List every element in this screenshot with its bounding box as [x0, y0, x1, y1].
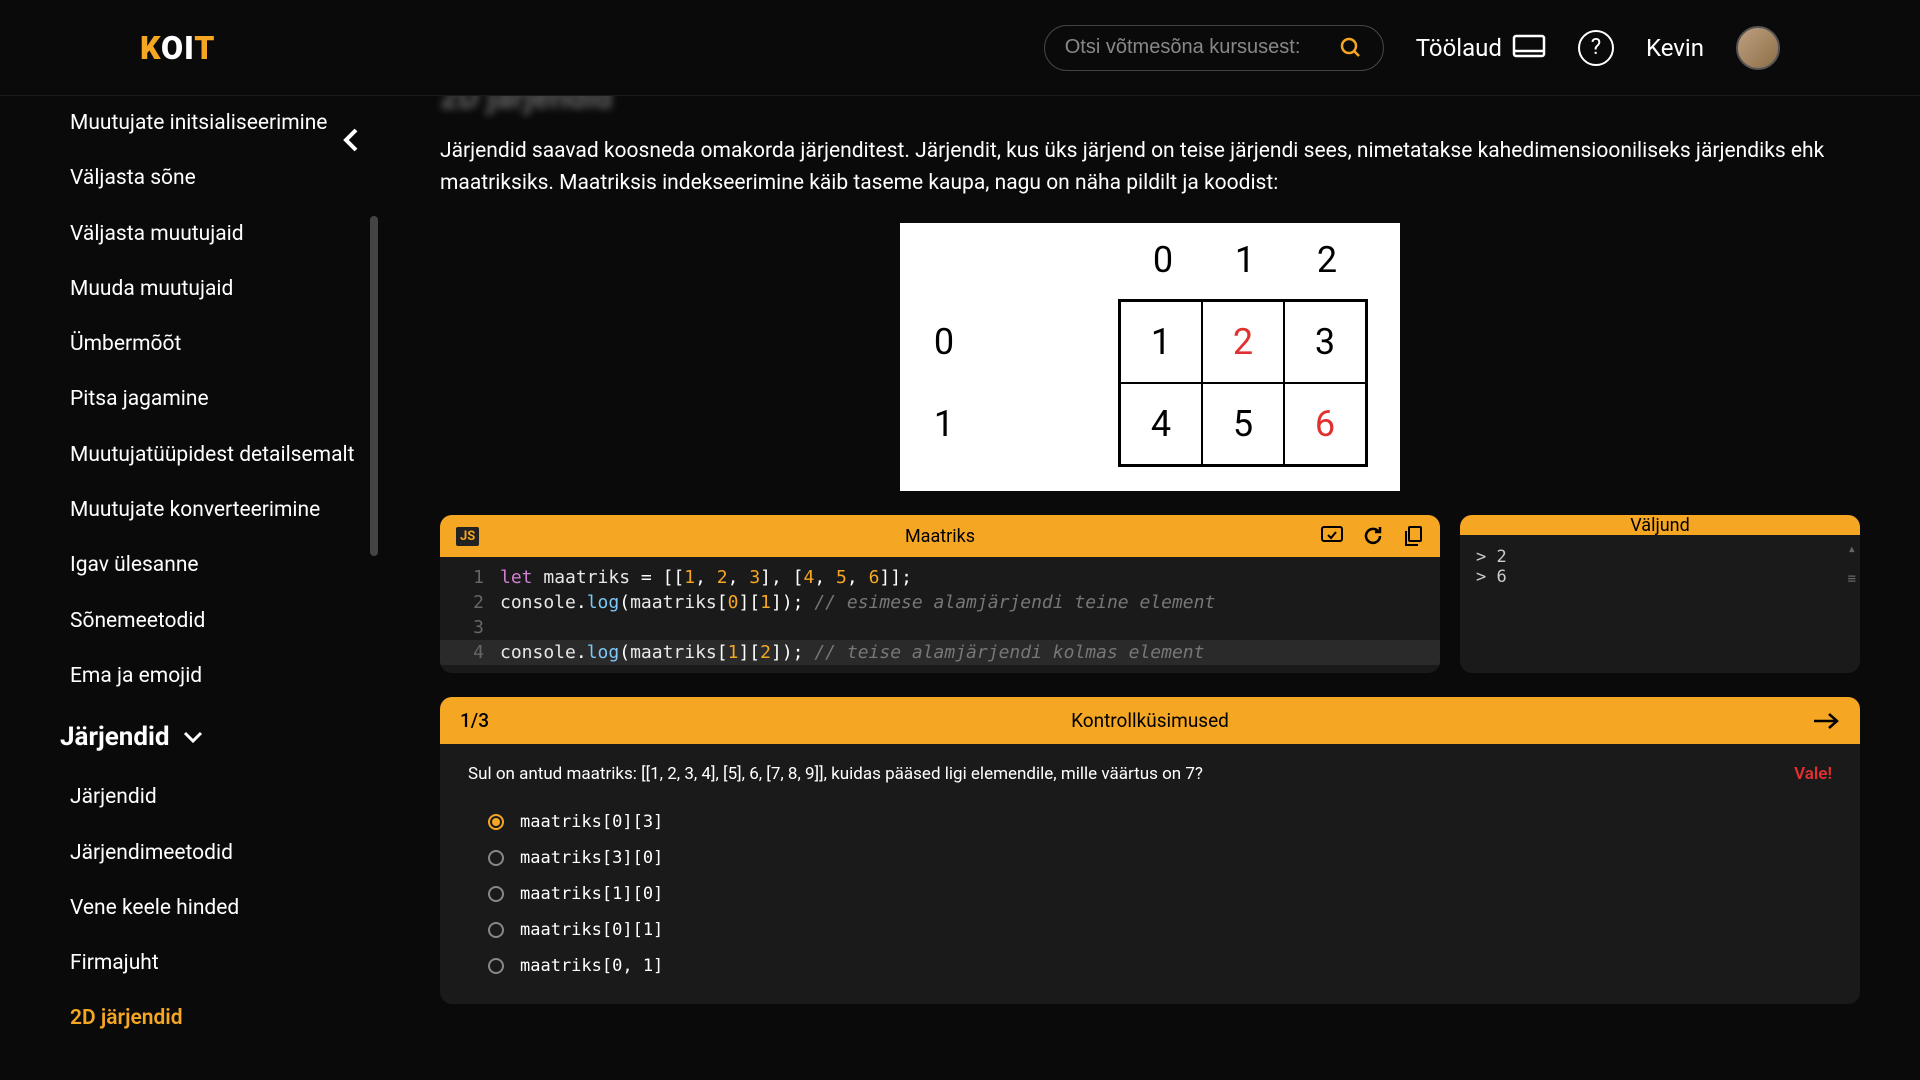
search-box[interactable]	[1044, 25, 1384, 71]
radio-button[interactable]	[488, 850, 504, 866]
quiz-option[interactable]: maatriks[0][1]	[468, 912, 1832, 948]
output-line: > 6	[1476, 567, 1844, 587]
quiz-header: 1/3 Kontrollküsimused	[440, 697, 1860, 744]
sidebar-item[interactable]: Sõnemeetodid	[70, 594, 360, 649]
username: Kevin	[1646, 34, 1704, 62]
sidebar-item[interactable]: Väljasta sõne	[70, 151, 360, 206]
sidebar-item[interactable]: Ümbermõõt	[70, 317, 360, 372]
quiz-option-label: maatriks[0, 1]	[520, 956, 663, 976]
save-icon[interactable]	[1320, 525, 1344, 547]
matrix-cell: 3	[1284, 301, 1366, 383]
quiz-option[interactable]: maatriks[1][0]	[468, 876, 1832, 912]
logo[interactable]: KOIT	[140, 29, 215, 67]
intro-text: Järjendid saavad koosneda omakorda järje…	[440, 136, 1860, 199]
matrix-col-label: 2	[1286, 239, 1368, 281]
search-icon[interactable]	[1339, 36, 1363, 60]
js-badge: JS	[456, 527, 479, 546]
matrix-cell: 1	[1120, 301, 1202, 383]
code-panel-header: JS Maatriks	[440, 515, 1440, 557]
radio-button[interactable]	[488, 814, 504, 830]
code-line[interactable]: 2console.log(maatriks[0][1]); // esimese…	[440, 590, 1440, 615]
matrix-row-label: 0	[924, 301, 964, 383]
matrix-cell: 4	[1120, 383, 1202, 465]
sidebar-item[interactable]: Vene keele hinded	[70, 881, 360, 936]
content: 2D järjendid Järjendid saavad koosneda o…	[380, 96, 1920, 1080]
output-panel: Väljund ▴≡ > 2> 6	[1460, 515, 1860, 673]
quiz-question-text: Sul on antud maatriks: [[1, 2, 3, 4], [5…	[468, 764, 1203, 784]
matrix-cell: 5	[1202, 383, 1284, 465]
matrix-cell: 2	[1202, 301, 1284, 383]
sidebar-section-label: Järjendid	[60, 722, 170, 752]
sidebar-item[interactable]: Järjendid	[70, 770, 360, 825]
user-menu[interactable]: Kevin	[1646, 34, 1704, 62]
quiz-panel: 1/3 Kontrollküsimused Sul on antud maatr…	[440, 697, 1860, 1004]
code-line[interactable]: 4console.log(maatriks[1][2]); // teise a…	[440, 640, 1440, 665]
dashboard-label: Töölaud	[1416, 34, 1502, 62]
sidebar: Muutujate initsialiseerimineVäljasta sõn…	[0, 96, 380, 1080]
help-icon: ?	[1591, 35, 1601, 60]
output-panel-title: Väljund	[1630, 515, 1690, 536]
quiz-option[interactable]: maatriks[3][0]	[468, 840, 1832, 876]
sidebar-item[interactable]: Igav ülesanne	[70, 538, 360, 593]
quiz-next-button[interactable]	[1812, 711, 1840, 731]
help-button[interactable]: ?	[1578, 30, 1614, 66]
quiz-option-label: maatriks[3][0]	[520, 848, 663, 868]
copy-icon[interactable]	[1402, 525, 1424, 547]
matrix-cell: 6	[1284, 383, 1366, 465]
sidebar-item[interactable]: Ema ja emojid	[70, 649, 360, 704]
sidebar-item[interactable]: Väljasta muutujaid	[70, 207, 360, 262]
quiz-feedback: Vale!	[1794, 764, 1832, 784]
radio-button[interactable]	[488, 886, 504, 902]
quiz-counter: 1/3	[460, 709, 489, 732]
matrix-col-label: 1	[1204, 239, 1286, 281]
reload-icon[interactable]	[1362, 525, 1384, 547]
quiz-question: Sul on antud maatriks: [[1, 2, 3, 4], [5…	[468, 764, 1832, 784]
sidebar-section-jarjendid[interactable]: Järjendid	[60, 704, 360, 770]
code-panel: JS Maatriks 1let maatriks =	[440, 515, 1440, 673]
avatar[interactable]	[1736, 26, 1780, 70]
sidebar-item[interactable]: Muuda muutujaid	[70, 262, 360, 317]
sidebar-item[interactable]: 2D järjendid	[70, 991, 360, 1046]
quiz-option[interactable]: maatriks[0, 1]	[468, 948, 1832, 984]
dashboard-link[interactable]: Töölaud	[1416, 34, 1546, 62]
screen-icon	[1512, 34, 1546, 62]
output-scroll-hint[interactable]: ▴≡	[1848, 541, 1856, 587]
sidebar-item[interactable]: Muutujate initsialiseerimine	[70, 96, 360, 151]
chevron-down-icon	[182, 730, 204, 744]
output-panel-header: Väljund	[1460, 515, 1860, 535]
sidebar-item[interactable]: Muutujate konverteerimine	[70, 483, 360, 538]
matrix-diagram: 012 01 123456	[900, 223, 1400, 491]
sidebar-scrollbar[interactable]	[370, 216, 378, 556]
code-line[interactable]: 3	[440, 615, 1440, 640]
collapse-sidebar-button[interactable]	[342, 126, 360, 154]
output-body: ▴≡ > 2> 6	[1460, 535, 1860, 673]
search-input[interactable]	[1065, 36, 1339, 59]
radio-button[interactable]	[488, 922, 504, 938]
header: KOIT Töölaud ? Kevin	[0, 0, 1920, 96]
code-panel-title: Maatriks	[905, 526, 975, 547]
code-line[interactable]: 1let maatriks = [[1, 2, 3], [4, 5, 6]];	[440, 565, 1440, 590]
radio-button[interactable]	[488, 958, 504, 974]
quiz-title: Kontrollküsimused	[1071, 709, 1229, 732]
matrix-col-label: 0	[1122, 239, 1204, 281]
quiz-option-label: maatriks[0][1]	[520, 920, 663, 940]
matrix-row-label: 1	[924, 383, 964, 465]
quiz-option[interactable]: maatriks[0][3]	[468, 804, 1832, 840]
sidebar-item[interactable]: Firmajuht	[70, 936, 360, 991]
code-body[interactable]: 1let maatriks = [[1, 2, 3], [4, 5, 6]];2…	[440, 557, 1440, 673]
sidebar-item[interactable]: Muutujatüüpidest detailsemalt	[70, 428, 360, 483]
quiz-option-label: maatriks[0][3]	[520, 812, 663, 832]
quiz-option-label: maatriks[1][0]	[520, 884, 663, 904]
output-line: > 2	[1476, 547, 1844, 567]
sidebar-item[interactable]: Pitsa jagamine	[70, 372, 360, 427]
sidebar-item[interactable]: Järjendimeetodid	[70, 826, 360, 881]
page-title: 2D järjendid	[440, 96, 1860, 116]
